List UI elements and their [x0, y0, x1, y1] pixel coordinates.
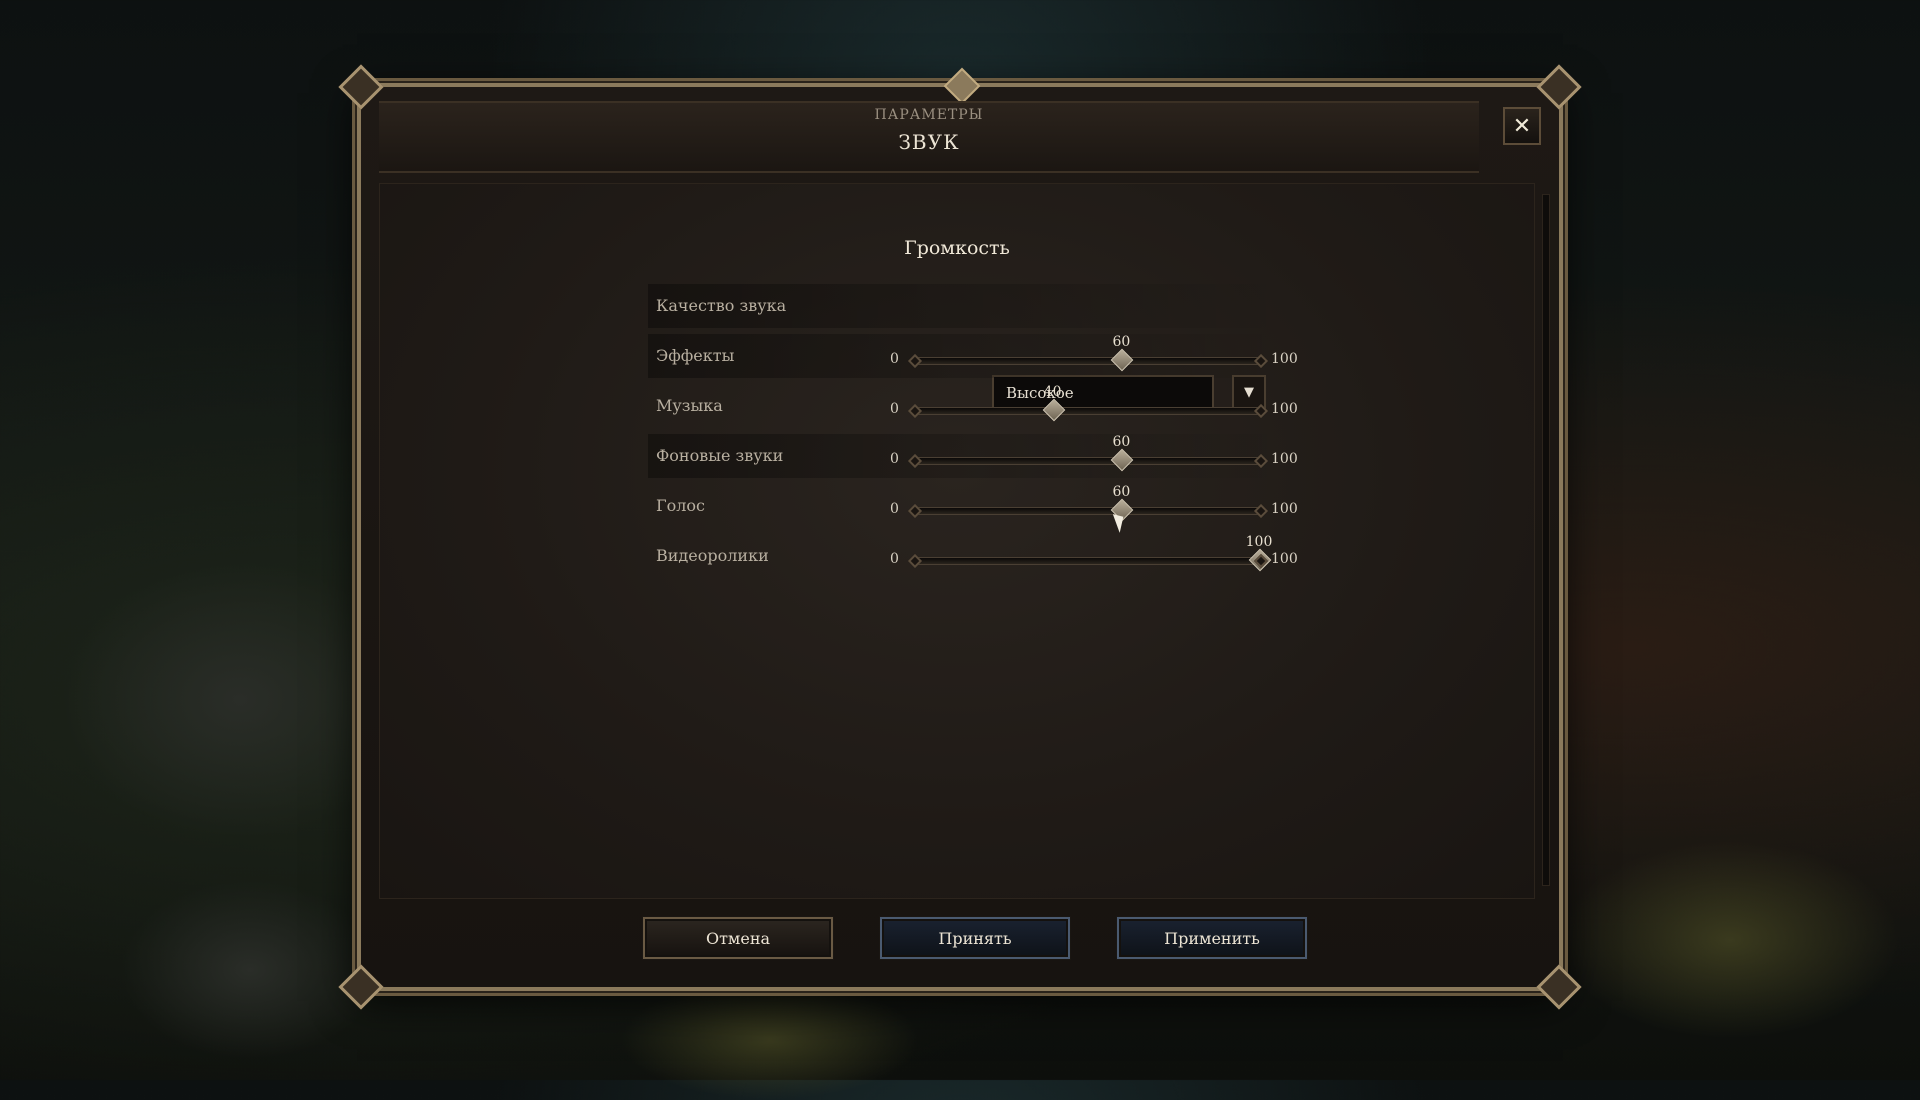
scrollbar[interactable]	[1542, 194, 1550, 886]
background-rock	[120, 880, 380, 1060]
slider-label: Эффекты	[656, 346, 735, 365]
background-grass	[620, 980, 920, 1100]
settings-content: Громкость Качество звука Высокое ▼ Эффек…	[379, 183, 1550, 899]
slider-label: Музыка	[656, 396, 723, 415]
slider-value-label: 60	[1112, 334, 1131, 350]
slider-min-label: 0	[890, 351, 899, 367]
slider-value-label: 60	[1112, 484, 1131, 500]
slider-max-label: 100	[1271, 501, 1298, 517]
slider-max-label: 100	[1271, 551, 1298, 567]
dialog-subtitle: ПАРАМЕТРЫ	[874, 107, 984, 123]
slider-label: Фоновые звуки	[656, 446, 784, 465]
slider-row-ambient: Фоновые звуки	[648, 434, 1292, 478]
dialog-header: ПАРАМЕТРЫ ЗВУК	[379, 101, 1479, 173]
slider-track[interactable]	[915, 548, 1272, 572]
settings-dialog: ПАРАМЕТРЫ ЗВУК ✕ Громкость Качество звук…	[338, 64, 1582, 1010]
slider-label: Голос	[656, 496, 705, 515]
slider-min-label: 0	[890, 451, 899, 467]
slider-min-label: 0	[890, 501, 899, 517]
slider-max-label: 100	[1271, 401, 1298, 417]
sound-quality-label: Качество звука	[656, 296, 787, 315]
slider-row-effects: Эффекты	[648, 334, 1292, 378]
slider-value-label: 40	[1043, 384, 1062, 400]
slider-min-label: 0	[890, 401, 899, 417]
slider-label: Видеоролики	[656, 546, 769, 565]
close-button[interactable]: ✕	[1503, 107, 1541, 145]
slider-row-voice: Голос	[648, 484, 1292, 528]
slider-row-music: Музыка	[648, 384, 1292, 428]
slider-max-label: 100	[1271, 451, 1298, 467]
cancel-button[interactable]: Отмена	[643, 917, 833, 959]
slider-track[interactable]	[915, 498, 1261, 522]
slider-value-label: 100	[1245, 534, 1273, 550]
slider-track[interactable]	[915, 398, 1261, 422]
slider-max-label: 100	[1271, 351, 1298, 367]
slider-track[interactable]	[915, 348, 1261, 372]
close-icon: ✕	[1512, 113, 1532, 139]
dialog-title: ЗВУК	[898, 130, 960, 154]
slider-track[interactable]	[915, 448, 1261, 472]
section-title: Громкость	[904, 237, 1010, 259]
corner-ornament	[1536, 64, 1582, 110]
sound-quality-row: Качество звука	[648, 284, 1292, 328]
slider-row-cinematics: Видеоролики	[648, 534, 1292, 578]
accept-button[interactable]: Принять	[880, 917, 1070, 959]
dialog-footer: Отмена Принять Применить	[379, 907, 1541, 977]
ornament-icon	[943, 67, 981, 105]
slider-value-label: 60	[1112, 434, 1131, 450]
apply-button[interactable]: Применить	[1117, 917, 1307, 959]
background-grass	[1560, 840, 1900, 1040]
slider-min-label: 0	[890, 551, 899, 567]
corner-ornament	[338, 64, 384, 110]
